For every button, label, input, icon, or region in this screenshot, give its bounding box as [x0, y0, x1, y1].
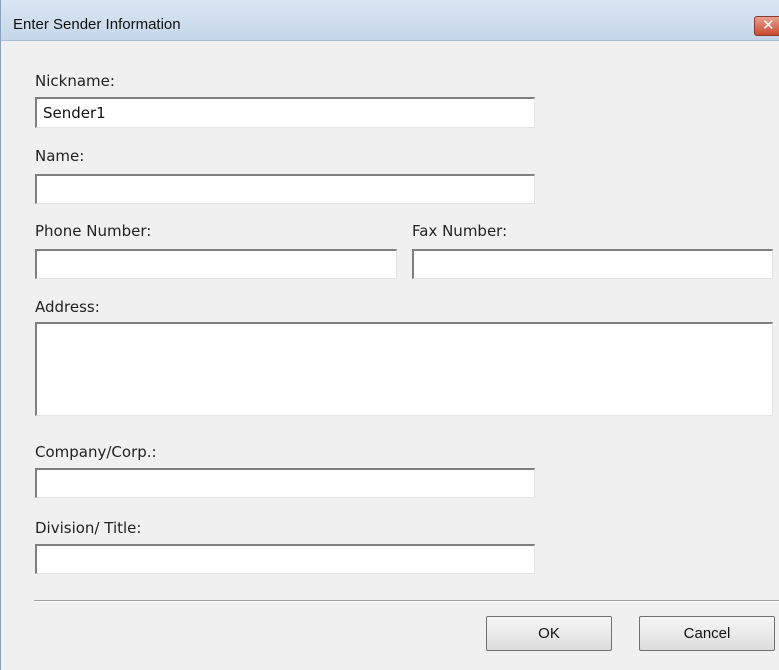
- address-field[interactable]: [35, 322, 773, 416]
- name-field[interactable]: [35, 174, 535, 204]
- close-icon: ✕: [762, 16, 775, 34]
- phone-number-field[interactable]: [35, 249, 397, 279]
- dialog-title: Enter Sender Information: [13, 16, 181, 33]
- phone-number-label: Phone Number:: [35, 222, 152, 240]
- company-field[interactable]: [35, 468, 535, 498]
- nickname-label: Nickname:: [35, 72, 115, 90]
- division-title-label: Division/ Title:: [35, 519, 142, 537]
- sender-info-dialog: Enter Sender Information ✕ Nickname: Nam…: [0, 0, 779, 670]
- address-label: Address:: [35, 298, 100, 316]
- company-label: Company/Corp.:: [35, 443, 157, 461]
- close-button[interactable]: ✕: [754, 16, 779, 36]
- ok-button[interactable]: OK: [486, 616, 612, 651]
- fax-number-field[interactable]: [412, 249, 773, 279]
- nickname-field[interactable]: [35, 97, 535, 128]
- name-label: Name:: [35, 147, 85, 165]
- title-bar[interactable]: Enter Sender Information ✕: [1, 0, 779, 41]
- division-title-field[interactable]: [35, 544, 535, 574]
- cancel-button[interactable]: Cancel: [639, 616, 775, 651]
- fax-number-label: Fax Number:: [412, 222, 508, 240]
- button-separator: [34, 600, 779, 602]
